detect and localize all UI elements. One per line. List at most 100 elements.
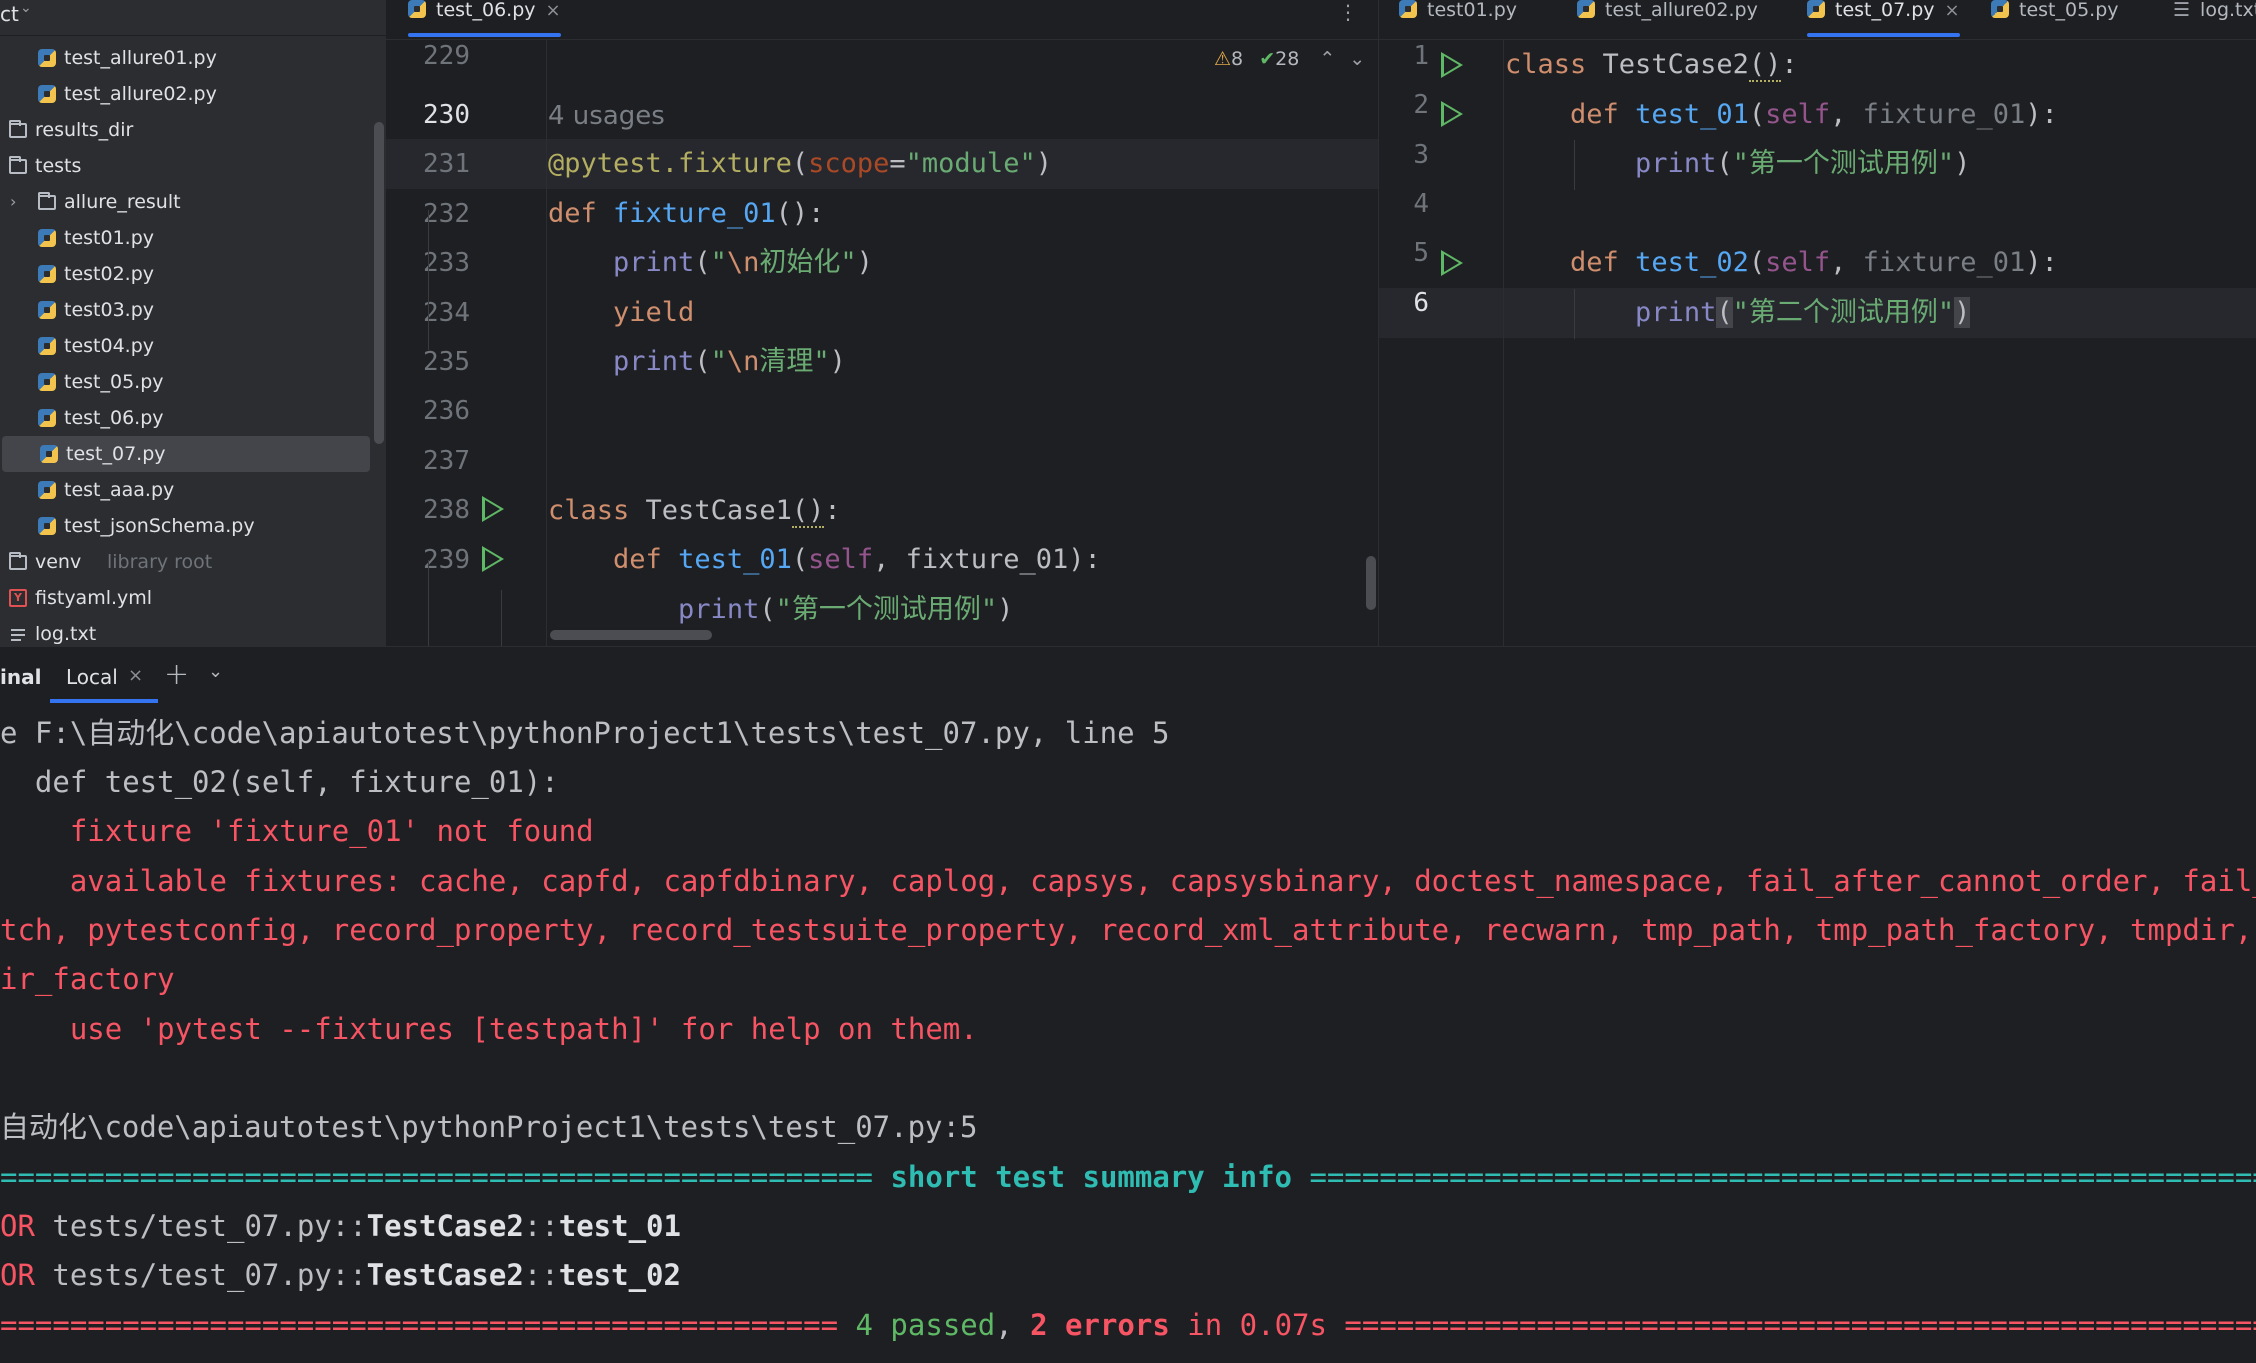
terminal-line: ir_factory — [0, 962, 175, 996]
code-line-234: print("\n清理") — [613, 346, 846, 377]
tree-item-label: test_allure02.py — [64, 83, 217, 105]
code-line-237: class TestCase1(): — [548, 495, 841, 528]
line-number: 3 — [1413, 140, 1429, 170]
tree-item[interactable]: test03.py — [0, 292, 372, 328]
tree-item-label: venv — [35, 551, 82, 573]
inspection-widget[interactable]: ⚠8 ✔28 ⌃ ⌄ — [1214, 48, 1365, 70]
code-line-6: print("第二个测试用例") — [1635, 297, 1971, 328]
line-number: 238 — [423, 495, 470, 525]
run-icon[interactable] — [1441, 101, 1463, 127]
chevron-down-icon[interactable]: ⌄ — [208, 661, 223, 682]
tree-item-label: test01.py — [64, 227, 155, 249]
terminal-line: fixture 'fixture_01' not found — [0, 814, 594, 848]
code-line-232: print("\n初始化") — [613, 247, 873, 278]
right-editor: test01.py test_allure02.py test_07.py × t… — [1378, 0, 2256, 646]
python-file-icon — [38, 517, 56, 535]
tree-item[interactable]: Yfistyaml.yml — [0, 580, 372, 616]
tree-item-label: test_07.py — [66, 443, 166, 465]
tree-item[interactable]: test_jsonSchema.py — [0, 508, 372, 544]
tree-item[interactable]: test04.py — [0, 328, 372, 364]
chevron-up-icon[interactable]: ⌃ — [1319, 48, 1335, 70]
tab-test-07[interactable]: test_07.py × — [1807, 0, 1960, 40]
terminal-line: 自动化\code\apiautotest\pythonProject1\test… — [0, 1110, 978, 1144]
yaml-file-icon: Y — [9, 589, 27, 607]
tab-test-05[interactable]: test_05.py — [1991, 0, 2119, 40]
tab-log-txt[interactable]: ☰ log.txt — [2173, 0, 2256, 40]
warning-icon: ⚠ — [1214, 48, 1232, 70]
close-icon[interactable]: × — [1945, 0, 1960, 21]
terminal-title: inal — [0, 665, 42, 689]
tree-item-label: test_jsonSchema.py — [64, 515, 255, 537]
python-file-icon — [1991, 0, 2009, 18]
right-editor-tabbar: test01.py test_allure02.py test_07.py × t… — [1379, 0, 2256, 40]
tree-item[interactable]: test02.py — [0, 256, 372, 292]
tab-label: log.txt — [2200, 0, 2256, 21]
tab-label: test_07.py — [1835, 0, 1935, 21]
terminal-summary-header: ========================================… — [0, 1160, 2256, 1194]
tree-item[interactable]: log.txt — [0, 616, 372, 646]
tree-item-label: results_dir — [35, 119, 134, 141]
tree-item[interactable]: test_07.py — [2, 436, 370, 472]
line-number: 239 — [423, 545, 470, 575]
python-file-icon — [38, 337, 56, 355]
line-number: 230 — [423, 100, 470, 130]
line-number: 6 — [1413, 288, 1429, 318]
project-tree-title: ct — [0, 2, 19, 26]
python-file-icon — [38, 49, 56, 67]
left-editor: test_06.py × ⋮ ⚠8 ✔28 ⌃ ⌄ 229 230 231 232 233 2… — [386, 0, 1378, 646]
folder-icon — [9, 156, 27, 174]
tab-label: test_05.py — [2019, 0, 2119, 21]
chevron-down-icon[interactable]: ⌄ — [1349, 48, 1365, 70]
python-file-icon — [1807, 0, 1825, 18]
tree-item[interactable]: test_allure02.py — [0, 76, 372, 112]
code-line-3: print("第一个测试用例") — [1635, 148, 1971, 179]
close-icon[interactable]: × — [546, 0, 561, 21]
terminal-tab-local[interactable]: Local — [50, 665, 158, 703]
chevron-down-icon[interactable]: ⌄ — [20, 0, 32, 16]
project-tree-header[interactable]: ct ⌄ — [0, 0, 386, 36]
terminal-toolbar: inal Local × + ⌄ — [0, 647, 2256, 709]
tree-scrollbar[interactable] — [374, 122, 384, 444]
code-line-1: class TestCase2(): — [1505, 49, 1798, 82]
tree-item-label: test_allure01.py — [64, 47, 217, 69]
tree-item-label: fistyaml.yml — [35, 587, 153, 609]
tab-label: test_06.py — [436, 0, 536, 21]
python-file-icon — [38, 85, 56, 103]
terminal-line: available fixtures: cache, capfd, capfdb… — [0, 864, 2256, 898]
run-icon[interactable] — [1441, 250, 1463, 276]
tree-item-label: test_05.py — [64, 371, 164, 393]
line-number: 4 — [1413, 189, 1429, 219]
tree-item[interactable]: test01.py — [0, 220, 372, 256]
folder-icon — [38, 192, 56, 210]
tree-item[interactable]: test_05.py — [0, 364, 372, 400]
horizontal-scrollbar[interactable] — [550, 630, 712, 640]
run-icon[interactable] — [482, 546, 504, 572]
warning-count: 8 — [1231, 48, 1244, 70]
tree-item[interactable]: › allure_result — [0, 184, 372, 220]
terminal-line: e F:\自动化\code\apiautotest\pythonProject1… — [0, 716, 1170, 750]
chevron-right-icon[interactable]: › — [10, 184, 16, 220]
tree-item[interactable]: test_aaa.py — [0, 472, 372, 508]
run-icon[interactable] — [1441, 52, 1463, 78]
run-icon[interactable] — [482, 496, 504, 522]
tree-item[interactable]: tests — [0, 148, 372, 184]
tree-item-label: test_06.py — [64, 407, 164, 429]
left-editor-tabbar: test_06.py × ⋮ — [386, 0, 1378, 40]
add-terminal-icon[interactable]: + — [164, 657, 189, 692]
tree-item[interactable]: results_dir — [0, 112, 372, 148]
tree-item-label: tests — [35, 155, 82, 177]
vertical-scrollbar[interactable] — [1366, 556, 1376, 610]
python-file-icon — [1577, 0, 1595, 18]
tab-test-allure02[interactable]: test_allure02.py — [1577, 0, 1758, 40]
tree-item[interactable]: venv library root — [0, 544, 372, 580]
close-icon[interactable]: × — [128, 665, 143, 686]
python-file-icon — [38, 373, 56, 391]
tree-item[interactable]: test_06.py — [0, 400, 372, 436]
usages-hint[interactable]: 4 usages — [548, 91, 665, 141]
tree-item[interactable]: test_allure01.py — [0, 40, 372, 76]
code-line-233: yield — [613, 297, 695, 328]
python-file-icon — [38, 481, 56, 499]
more-options-icon[interactable]: ⋮ — [1338, 0, 1358, 24]
terminal-result-line: ========================================… — [0, 1308, 2256, 1342]
line-number: 234 — [423, 298, 470, 328]
